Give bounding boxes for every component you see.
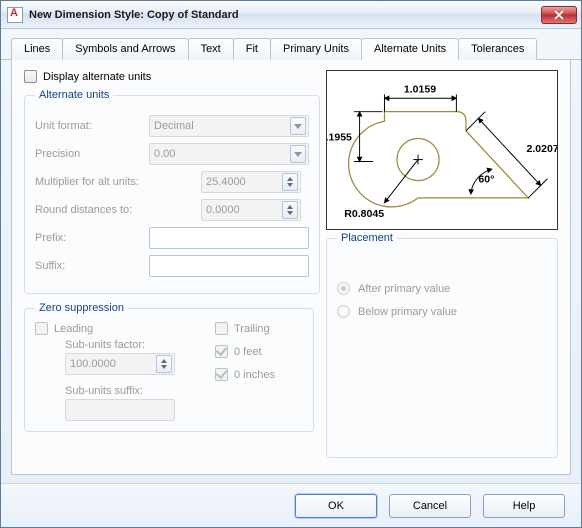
suffix-input[interactable]	[149, 255, 309, 277]
leading-checkbox[interactable]	[35, 322, 48, 335]
subunits-factor-label: Sub-units factor:	[65, 339, 175, 351]
subunits-suffix-label: Sub-units suffix:	[65, 385, 175, 397]
chevron-down-icon	[290, 117, 306, 135]
placement-below-label: Below primary value	[358, 306, 457, 318]
precision-combo[interactable]: 0.00	[149, 143, 309, 165]
zero-feet-label: 0 feet	[234, 346, 262, 358]
display-alternate-units-label: Display alternate units	[43, 71, 151, 83]
tab-alternate-units[interactable]: Alternate Units	[361, 38, 459, 60]
subunits-suffix-input[interactable]	[65, 399, 175, 421]
tab-body: Display alternate units Alternate units …	[11, 60, 571, 475]
svg-text:2.0207: 2.0207	[527, 143, 557, 155]
round-label: Round distances to:	[35, 204, 195, 216]
spinner-buttons[interactable]	[282, 201, 298, 219]
tab-symbols-arrows[interactable]: Symbols and Arrows	[62, 38, 188, 60]
svg-text:60°: 60°	[478, 174, 494, 186]
prefix-label: Prefix:	[35, 232, 143, 244]
close-button[interactable]	[541, 6, 577, 24]
titlebar: New Dimension Style: Copy of Standard	[1, 1, 581, 29]
precision-value: 0.00	[154, 148, 175, 160]
multiplier-spinner[interactable]: 25.4000	[201, 171, 301, 193]
window-title: New Dimension Style: Copy of Standard	[29, 9, 541, 21]
placement-after-label: After primary value	[358, 283, 450, 295]
placement-after-radio[interactable]	[337, 282, 350, 295]
app-icon	[7, 7, 23, 23]
placement-below-radio[interactable]	[337, 305, 350, 318]
trailing-label: Trailing	[234, 323, 270, 335]
subunits-factor-spinner[interactable]: 100.0000	[65, 353, 175, 375]
tab-fit[interactable]: Fit	[233, 38, 271, 60]
display-alternate-units-checkbox[interactable]	[24, 70, 37, 83]
subunits-factor-value: 100.0000	[70, 358, 116, 370]
unit-format-value: Decimal	[154, 120, 194, 132]
unit-format-label: Unit format:	[35, 120, 143, 132]
leading-label: Leading	[54, 323, 93, 335]
help-button[interactable]: Help	[483, 494, 565, 518]
chevron-down-icon	[290, 145, 306, 163]
cancel-button[interactable]: Cancel	[389, 494, 471, 518]
spinner-buttons[interactable]	[282, 173, 298, 191]
svg-text:R0.8045: R0.8045	[344, 208, 384, 220]
tab-lines[interactable]: Lines	[11, 38, 63, 60]
zero-suppression-group: Zero suppression Leading Sub-units facto…	[24, 302, 314, 432]
ok-button[interactable]: OK	[295, 494, 377, 518]
dimension-style-dialog: New Dimension Style: Copy of Standard Li…	[0, 0, 582, 528]
precision-label: Precision	[35, 148, 143, 160]
round-value: 0.0000	[206, 204, 240, 216]
suffix-label: Suffix:	[35, 260, 143, 272]
tabstrip: Lines Symbols and Arrows Text Fit Primar…	[1, 29, 581, 60]
tab-text[interactable]: Text	[188, 38, 234, 60]
button-bar: OK Cancel Help	[1, 483, 581, 527]
alternate-units-legend: Alternate units	[35, 89, 113, 101]
trailing-checkbox[interactable]	[215, 322, 228, 335]
svg-text:1.0159: 1.0159	[404, 84, 436, 96]
tab-primary-units[interactable]: Primary Units	[270, 38, 362, 60]
zero-inches-checkbox[interactable]	[215, 368, 228, 381]
close-icon	[554, 10, 564, 20]
unit-format-combo[interactable]: Decimal	[149, 115, 309, 137]
preview-pane: 1.0159 1.1955 2.0207 60° R0.	[326, 70, 558, 230]
prefix-input[interactable]	[149, 227, 309, 249]
zero-suppression-legend: Zero suppression	[35, 302, 128, 314]
round-spinner[interactable]: 0.0000	[201, 199, 301, 221]
svg-text:1.1955: 1.1955	[327, 131, 352, 143]
tab-tolerances[interactable]: Tolerances	[458, 38, 537, 60]
zero-inches-label: 0 inches	[234, 369, 275, 381]
alternate-units-group: Alternate units Unit format: Decimal Pre…	[24, 89, 320, 294]
placement-legend: Placement	[337, 232, 397, 244]
multiplier-value: 25.4000	[206, 176, 246, 188]
multiplier-label: Multiplier for alt units:	[35, 176, 195, 188]
zero-feet-checkbox[interactable]	[215, 345, 228, 358]
placement-group: Placement After primary value Below prim…	[326, 232, 558, 458]
spinner-buttons[interactable]	[156, 355, 172, 373]
